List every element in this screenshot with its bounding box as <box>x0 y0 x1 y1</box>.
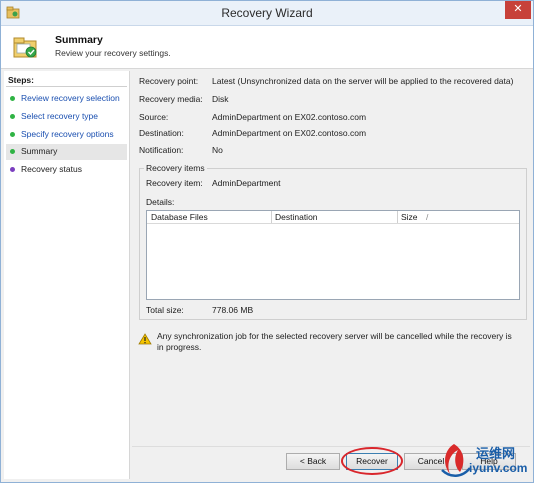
column-header-size[interactable]: Size <box>401 212 418 223</box>
recovery-items-title: Recovery items <box>144 163 207 173</box>
details-list[interactable]: Database Files Destination Size / <box>146 210 520 300</box>
annotation-circle <box>341 447 403 475</box>
total-size-label: Total size: <box>146 305 184 315</box>
wizard-header: Summary Review your recovery settings. <box>1 26 533 69</box>
sort-indicator-icon: / <box>426 212 429 222</box>
column-header-database-files[interactable]: Database Files <box>151 212 208 223</box>
total-size-value: 778.06 MB <box>212 305 254 315</box>
recovery-items-group: Recovery items Recovery item: AdminDepar… <box>139 163 527 320</box>
recovery-wizard-window: Recovery Wizard ✕ Summary Review your re… <box>0 0 534 483</box>
close-icon: ✕ <box>513 3 523 15</box>
warning-icon <box>138 333 152 345</box>
watermark-title: 运维网 <box>476 446 516 461</box>
warning-message: Any synchronization job for the selected… <box>157 331 512 352</box>
step-pending-icon <box>10 167 15 172</box>
watermark-domain: iyunv.com <box>469 461 528 475</box>
watermark-logo-icon <box>441 444 471 477</box>
column-header-destination[interactable]: Destination <box>275 212 318 223</box>
steps-panel: Steps: Review recovery selection Select … <box>4 71 130 479</box>
wizard-body: Steps: Review recovery selection Select … <box>1 69 533 482</box>
recovery-folder-icon <box>13 37 37 58</box>
recovery-item-label: Recovery item: <box>146 178 203 188</box>
details-list-header: Database Files Destination Size / <box>147 211 519 224</box>
step-recovery-status: Recovery status <box>6 162 127 178</box>
step-complete-icon <box>10 132 15 137</box>
recovery-media-value: Disk <box>212 94 229 104</box>
recovery-media-label: Recovery media: <box>139 94 203 104</box>
details-label: Details: <box>146 197 175 207</box>
recovery-point-value: Latest (Unsynchronized data on the serve… <box>212 76 514 86</box>
summary-content: Recovery point: Latest (Unsynchronized d… <box>132 69 530 447</box>
page-title: Summary <box>55 34 103 46</box>
watermark: 运维网 iyunv.com <box>436 440 533 480</box>
close-button[interactable]: ✕ <box>505 1 531 19</box>
step-label: Summary <box>21 146 58 156</box>
recovery-item-value: AdminDepartment <box>212 178 281 188</box>
step-review-recovery-selection[interactable]: Review recovery selection <box>6 91 127 107</box>
destination-value: AdminDepartment on EX02.contoso.com <box>212 128 367 138</box>
back-button[interactable]: < Back <box>286 453 340 470</box>
column-separator <box>271 211 272 223</box>
step-complete-icon <box>10 114 15 119</box>
source-label: Source: <box>139 112 169 122</box>
source-value: AdminDepartment on EX02.contoso.com <box>212 112 367 122</box>
step-select-recovery-type[interactable]: Select recovery type <box>6 109 127 125</box>
step-label: Specify recovery options <box>21 129 114 139</box>
step-complete-icon <box>10 96 15 101</box>
steps-divider <box>6 86 127 87</box>
step-specify-recovery-options[interactable]: Specify recovery options <box>6 127 127 143</box>
step-label: Recovery status <box>21 164 82 174</box>
notification-value: No <box>212 145 223 155</box>
title-bar: Recovery Wizard ✕ <box>1 1 533 26</box>
step-label: Review recovery selection <box>21 93 120 103</box>
recovery-point-label: Recovery point: <box>139 76 199 86</box>
steps-heading: Steps: <box>8 75 34 85</box>
destination-label: Destination: <box>139 128 184 138</box>
step-current-icon <box>10 149 15 154</box>
step-summary: Summary <box>6 144 127 160</box>
page-subtitle: Review your recovery settings. <box>55 48 171 58</box>
notification-label: Notification: <box>139 145 184 155</box>
column-separator <box>397 211 398 223</box>
step-label: Select recovery type <box>21 111 99 121</box>
window-title: Recovery Wizard <box>221 6 313 20</box>
